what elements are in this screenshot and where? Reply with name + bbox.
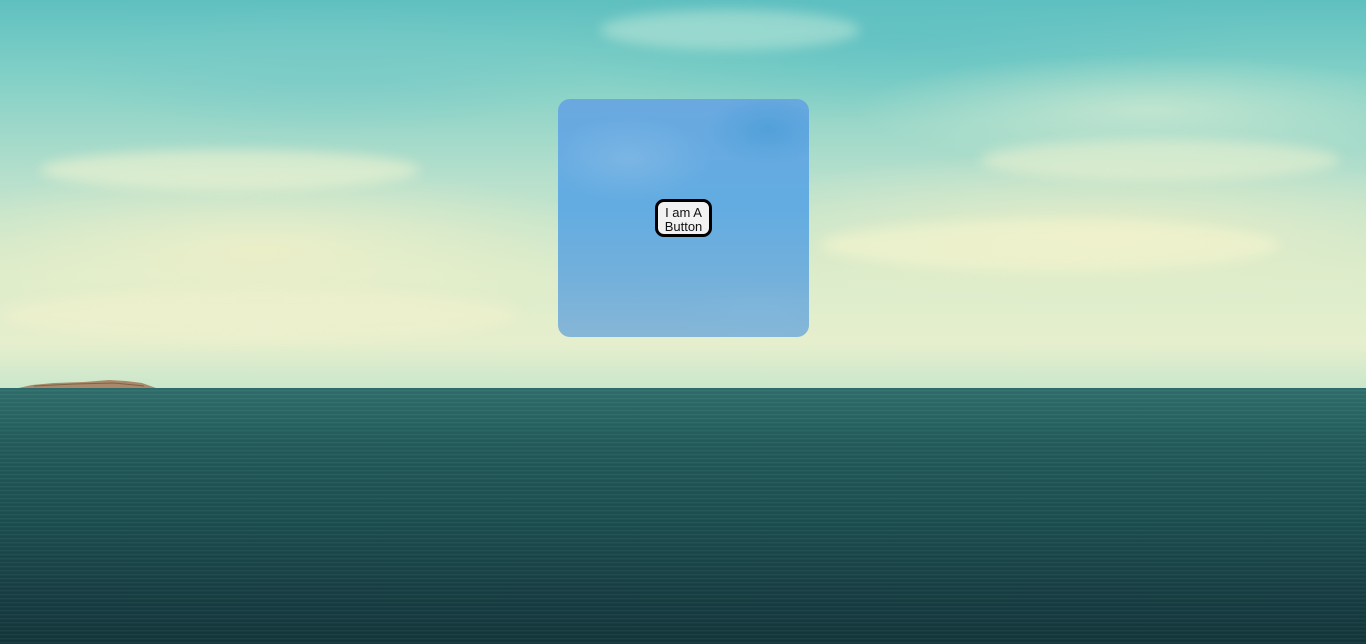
cloud [40, 150, 420, 190]
cloud [980, 140, 1340, 180]
primary-button[interactable]: I am A Button [655, 199, 712, 237]
glass-panel: I am A Button [558, 99, 809, 337]
cloud [600, 10, 860, 50]
desktop-background: I am A Button [0, 0, 1366, 644]
cloud [0, 290, 520, 340]
cloud [820, 220, 1280, 270]
sea [0, 390, 1366, 644]
